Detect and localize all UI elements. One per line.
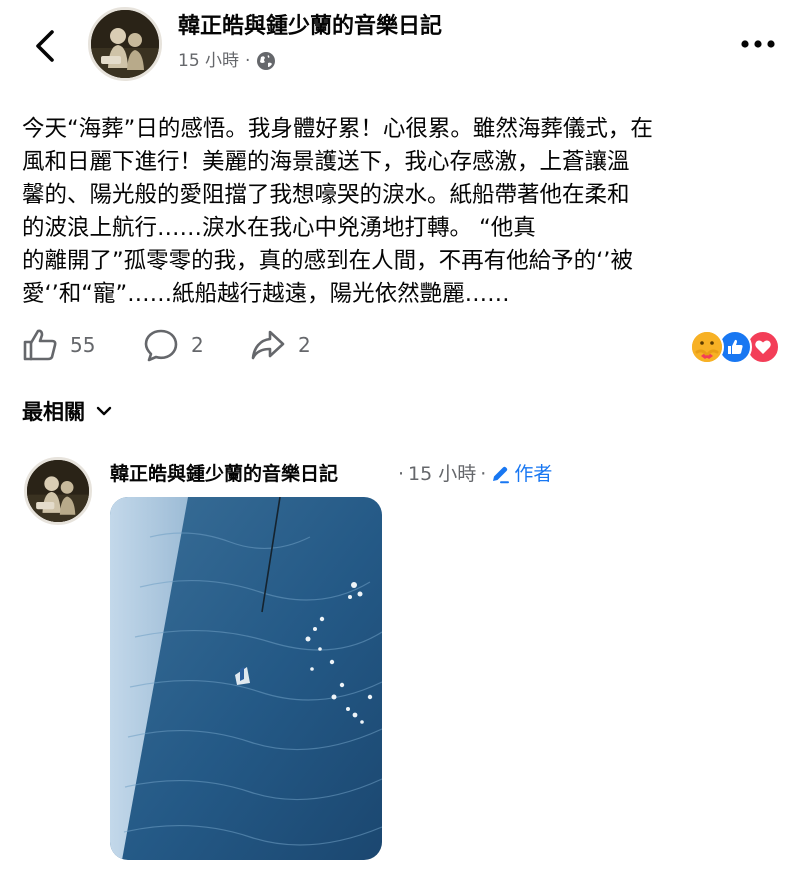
pencil-icon xyxy=(493,466,510,484)
post-text-line: 的波浪上航行……淚水在我心中兇湧地打轉。 “他真 xyxy=(22,215,536,241)
comment-time[interactable]: 15 小時 xyxy=(408,460,476,488)
chevron-left-icon xyxy=(36,30,54,62)
post-time[interactable]: 15 小時 xyxy=(178,49,239,73)
post-text-line: 的離開了”孤零零的我，真的感到在人間，不再有他給予的‘’被 xyxy=(22,248,633,274)
care-reaction-icon xyxy=(690,330,724,364)
post-text: 今天“海葬”日的感悟。我身體好累！心很累。雖然海葬儀式，在 風和日麗下進行！美麗… xyxy=(22,113,784,311)
share-button[interactable]: 2 xyxy=(250,328,311,362)
sort-label: 最相關 xyxy=(22,400,85,424)
post-text-line: 愛‘’和“寵”……紙船越行越遠，陽光依然艷麗…… xyxy=(22,281,510,307)
author-badge: 作者 xyxy=(490,460,552,488)
post-meta: 15 小時 · xyxy=(178,49,276,73)
comment-meta: · 15 小時 · 作者 xyxy=(398,460,552,488)
avatar-photo xyxy=(91,10,159,78)
comment-bubble-icon xyxy=(144,329,178,362)
commenter-name[interactable]: 韓正皓與鍾少蘭的音樂日記 xyxy=(110,460,338,488)
back-button[interactable] xyxy=(30,24,60,68)
comment-sort-dropdown[interactable]: 最相關 xyxy=(22,396,113,426)
meta-separator: · xyxy=(245,51,251,71)
more-horizontal-icon xyxy=(741,40,775,48)
more-options-button[interactable] xyxy=(738,32,778,56)
comment-photo[interactable] xyxy=(110,497,382,860)
comment-button[interactable]: 2 xyxy=(143,328,204,362)
like-count: 55 xyxy=(70,333,96,357)
sea-photo xyxy=(110,497,382,860)
meta-separator: · xyxy=(398,463,405,485)
commenter-avatar[interactable] xyxy=(24,457,92,525)
chevron-down-icon xyxy=(96,406,112,416)
post-text-line: 今天“海葬”日的感悟。我身體好累！心很累。雖然海葬儀式，在 xyxy=(22,116,653,142)
globe-icon xyxy=(257,52,276,70)
share-arrow-icon xyxy=(251,330,285,360)
comment-count: 2 xyxy=(191,333,204,357)
reaction-summary[interactable] xyxy=(690,330,780,364)
avatar-photo xyxy=(27,460,89,522)
post-text-line: 風和日麗下進行！美麗的海景護送下，我心存感激，上蒼讓溫 xyxy=(22,149,630,175)
share-count: 2 xyxy=(298,333,311,357)
page-avatar[interactable] xyxy=(88,7,162,81)
like-button[interactable]: 55 xyxy=(22,328,95,362)
thumbs-up-icon xyxy=(23,329,57,361)
author-badge-label: 作者 xyxy=(514,463,553,485)
post-text-line: 馨的、陽光般的愛阻擋了我想嚎哭的淚水。紙船帶著他在柔和 xyxy=(22,182,630,208)
meta-separator: · xyxy=(480,463,487,485)
page-name[interactable]: 韓正皓與鍾少蘭的音樂日記 xyxy=(178,12,442,42)
